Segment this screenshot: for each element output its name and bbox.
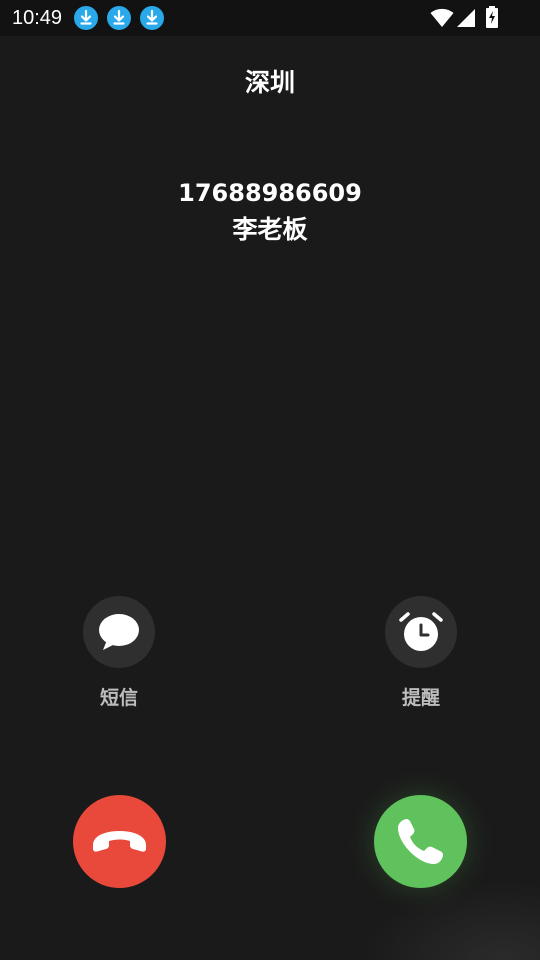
wifi-icon (430, 8, 454, 27)
download-icon (107, 6, 131, 30)
decline-call-button[interactable] (73, 795, 166, 888)
status-bar: 10:49 (0, 0, 540, 36)
status-time: 10:49 (12, 7, 63, 29)
incoming-call-screen: 10:49 深圳 17688986609 李老板 短信 提醒 (0, 0, 540, 960)
reminder-button[interactable] (385, 596, 457, 668)
caller-number: 17688986609 (178, 179, 362, 207)
message-button[interactable] (83, 596, 155, 668)
call-location: 深圳 (244, 68, 295, 97)
signal-icon (457, 9, 475, 27)
chat-bubble-icon (99, 614, 139, 650)
message-label: 短信 (99, 687, 138, 709)
message-action[interactable]: 短信 (59, 596, 179, 710)
download-icon (74, 6, 98, 30)
hang-up-icon (93, 831, 146, 852)
reminder-label: 提醒 (401, 687, 440, 709)
phone-icon (398, 819, 443, 864)
corner-glow (360, 880, 540, 960)
alarm-clock-icon (399, 612, 443, 651)
caller-name: 李老板 (232, 215, 308, 244)
download-icon (140, 6, 164, 30)
answer-call-button[interactable] (374, 795, 467, 888)
battery-charging-icon (486, 6, 498, 28)
reminder-action[interactable]: 提醒 (361, 596, 481, 710)
